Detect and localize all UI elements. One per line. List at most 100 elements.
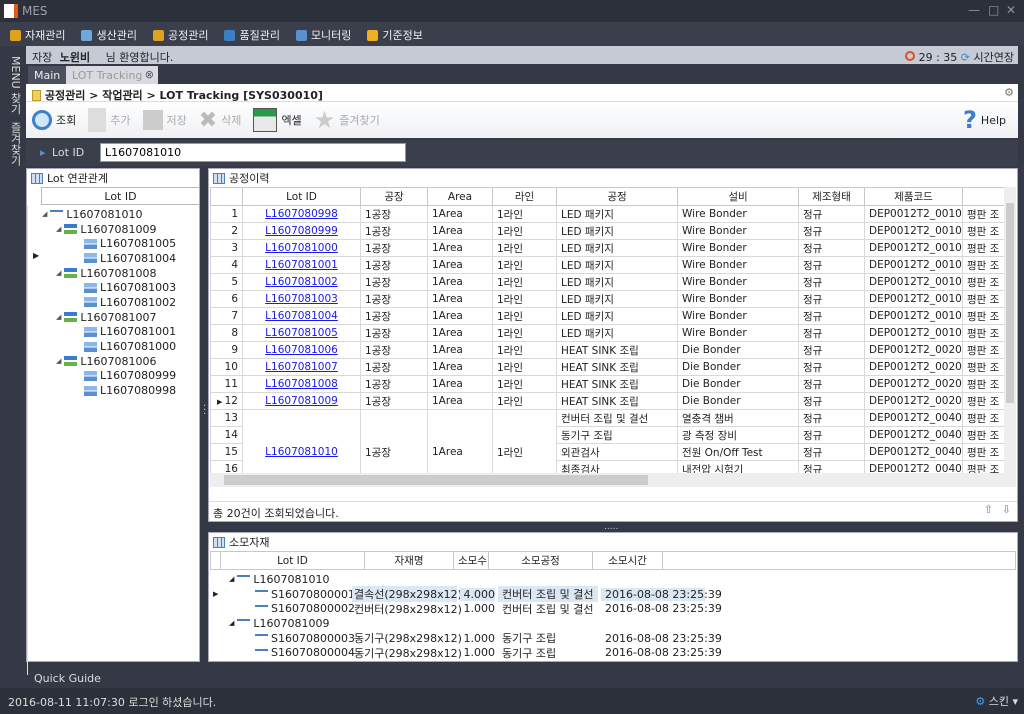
column-header[interactable]: 제조형태 — [798, 187, 865, 206]
lot-id-link[interactable]: L1607081009 — [265, 395, 338, 407]
cell[interactable]: L1607081007 — [242, 358, 361, 376]
tree-node[interactable]: ◢ L1607081007 — [42, 310, 199, 325]
cell[interactable]: L1607081005 — [242, 324, 361, 342]
quick-guide-button[interactable]: Quick Guide — [34, 672, 101, 685]
column-header[interactable]: 제품코드 — [864, 187, 963, 206]
cell[interactable]: L1607081003 — [242, 290, 361, 308]
table-row[interactable]: 9 L1607081006 1공장 1Area 1라인 HEAT SINK 조립 Die B… — [210, 341, 1004, 359]
lot-id-link[interactable]: L1607081005 — [265, 327, 338, 339]
tree-node[interactable]: L1607081003 — [42, 280, 199, 295]
lot-id-link[interactable]: L1607081003 — [265, 293, 338, 305]
expand-icon[interactable]: ◢ — [56, 225, 61, 233]
tree-node[interactable]: L1607081000 — [42, 339, 199, 354]
tab-main[interactable]: Main — [28, 66, 67, 84]
horizontal-scrollbar[interactable] — [210, 473, 1004, 487]
cell[interactable]: L1607081004 — [242, 307, 361, 325]
cell[interactable]: L1607081008 — [242, 375, 361, 393]
table-row[interactable]: 5 L1607081002 1공장 1Area 1라인 LED 패키지 Wire Bonde… — [210, 273, 1004, 291]
cell[interactable]: L1607081006 — [242, 341, 361, 359]
expand-icon[interactable]: ◢ — [229, 619, 234, 627]
table-row[interactable]: 8 L1607081005 1공장 1Area 1라인 LED 패키지 Wire Bonde… — [210, 324, 1004, 342]
tab-lot-tracking[interactable]: LOT Tracking ⊗ — [66, 66, 158, 84]
menu-item[interactable]: 기준정보 — [367, 27, 423, 43]
column-header[interactable]: 소모공정 — [488, 551, 594, 570]
minimize-button[interactable]: — — [968, 3, 980, 17]
lot-id-link[interactable]: L1607081007 — [265, 361, 338, 373]
column-header[interactable] — [210, 187, 243, 206]
favorite-button[interactable]: ★ 즐겨찾기 — [314, 106, 380, 134]
tree-node[interactable]: L1607081005 — [42, 236, 199, 251]
help-button[interactable]: ? Help — [963, 106, 1006, 134]
table-row[interactable]: S16070800002 컨버터(298x298x12) 1.000 컨버터 조립 및… — [229, 601, 1017, 616]
table-row[interactable]: S16070800004 동기구(298x298x12) 1.000 동기구 조립 20… — [229, 645, 1017, 660]
column-header[interactable]: 라인 — [492, 187, 557, 206]
cell[interactable]: L1607080999 — [242, 222, 361, 240]
lot-id-link[interactable]: L1607080999 — [265, 225, 338, 237]
menu-item[interactable]: 공정관리 — [152, 27, 208, 43]
delete-button[interactable]: ✖ 삭제 — [199, 108, 242, 133]
search-button[interactable]: 조회 — [32, 110, 76, 130]
close-button[interactable]: ✕ — [1006, 3, 1016, 17]
column-header[interactable]: Lot ID — [219, 551, 366, 570]
tree-node[interactable]: L1607080999 — [42, 369, 199, 384]
menu-item[interactable]: 생산관리 — [81, 27, 137, 43]
column-header[interactable] — [962, 187, 1004, 206]
cell[interactable]: L1607081000 — [242, 239, 361, 257]
tab-close-icon[interactable]: ⊗ — [145, 68, 154, 81]
tree-node[interactable]: L1607081001 — [42, 325, 199, 340]
expand-icon[interactable]: ◢ — [56, 269, 61, 277]
table-row[interactable]: 7 L1607081004 1공장 1Area 1라인 LED 패키지 Wire Bonde… — [210, 307, 1004, 325]
tree-node[interactable]: L1607081004 — [42, 251, 199, 266]
table-row[interactable]: 2 L1607080999 1공장 1Area 1라인 LED 패키지 Wire Bonde… — [210, 222, 1004, 240]
table-row[interactable]: 3 L1607081000 1공장 1Area 1라인 LED 패키지 Wire Bonde… — [210, 239, 1004, 257]
lot-id-link[interactable]: L1607081006 — [265, 344, 338, 356]
cell[interactable]: L1607080998 — [242, 205, 361, 223]
expand-icon[interactable]: ◢ — [229, 575, 234, 583]
maximize-button[interactable]: □ — [988, 3, 999, 17]
extend-time-button[interactable]: 시간연장 — [974, 51, 1014, 64]
menu-item[interactable]: 품질관리 — [224, 27, 280, 43]
move-down-icon[interactable]: ⇩ — [1002, 503, 1011, 516]
lot-id-link[interactable]: L1607081008 — [265, 378, 338, 390]
expand-icon[interactable]: ◢ — [56, 357, 61, 365]
menu-item[interactable]: 모니터링 — [295, 27, 351, 43]
add-button[interactable]: 추가 — [88, 108, 131, 132]
column-header[interactable]: 자재명 — [364, 551, 455, 570]
menu-find-button[interactable]: MENU 찾기 — [7, 56, 23, 114]
save-button[interactable]: 저장 — [142, 110, 187, 130]
tree-node[interactable]: ◢ L1607081009 — [42, 222, 199, 237]
lot-id-link[interactable]: L1607081002 — [265, 276, 338, 288]
column-header-lot-id[interactable]: Lot ID — [41, 187, 199, 205]
move-up-icon[interactable]: ⇧ — [984, 503, 993, 516]
column-header[interactable]: 소모수 — [453, 551, 490, 570]
expand-icon[interactable]: ◢ — [42, 210, 47, 218]
table-row[interactable]: 10 L1607081007 1공장 1Area 1라인 HEAT SINK 조립 Die … — [210, 358, 1004, 376]
vertical-splitter[interactable]: · · · — [203, 402, 206, 420]
column-header[interactable]: 공장 — [360, 187, 428, 206]
table-row[interactable]: 11 L1607081008 1공장 1Area 1라인 HEAT SINK 조립 Die … — [210, 375, 1004, 393]
lot-id-link[interactable]: L1607081000 — [265, 242, 338, 254]
vertical-scrollbar[interactable] — [1004, 187, 1016, 487]
cell[interactable]: L1607081002 — [242, 273, 361, 291]
column-header[interactable]: 소모시간 — [592, 551, 664, 570]
tree-node[interactable]: ◢ L1607081010 — [42, 207, 199, 222]
lot-id-link[interactable]: L1607081004 — [265, 310, 338, 322]
table-row[interactable]: 13 L1607081010 1공장 1Area 1라인 컨버터 조립 및 결선 열충격 챔… — [210, 409, 1004, 487]
tree-node[interactable]: ◢ L1607081010 — [229, 572, 1017, 587]
table-row[interactable]: 6 L1607081003 1공장 1Area 1라인 LED 패키지 Wire Bonde… — [210, 290, 1004, 308]
column-header[interactable]: 공정 — [556, 187, 678, 206]
scrollbar-thumb[interactable] — [224, 475, 648, 485]
column-header[interactable]: Lot ID — [242, 187, 361, 206]
lot-id-link[interactable]: L1607081010 — [265, 446, 338, 458]
table-row[interactable]: S16070800003 동기구(298x298x12) 1.000 동기구 조립 20… — [229, 631, 1017, 646]
tree-node[interactable]: ◢ L1607081009 — [229, 616, 1017, 631]
lot-id-input[interactable] — [100, 143, 406, 162]
column-header[interactable]: 설비 — [677, 187, 799, 206]
lot-id-link[interactable]: L1607080998 — [265, 208, 338, 220]
table-row[interactable]: ▶ S16070800001 결속선(298x298x12) 4.000 컨버터 조립 … — [213, 586, 1017, 603]
expand-icon[interactable]: ◢ — [56, 313, 61, 321]
tree-node[interactable]: ◢ L1607081008 — [42, 266, 199, 281]
scrollbar-thumb[interactable] — [1006, 203, 1014, 403]
table-row[interactable]: ▶ 12 L1607081009 1공장 1Area 1라인 HEAT SINK 조립 Di… — [210, 392, 1004, 410]
column-header[interactable]: Area — [427, 187, 493, 206]
